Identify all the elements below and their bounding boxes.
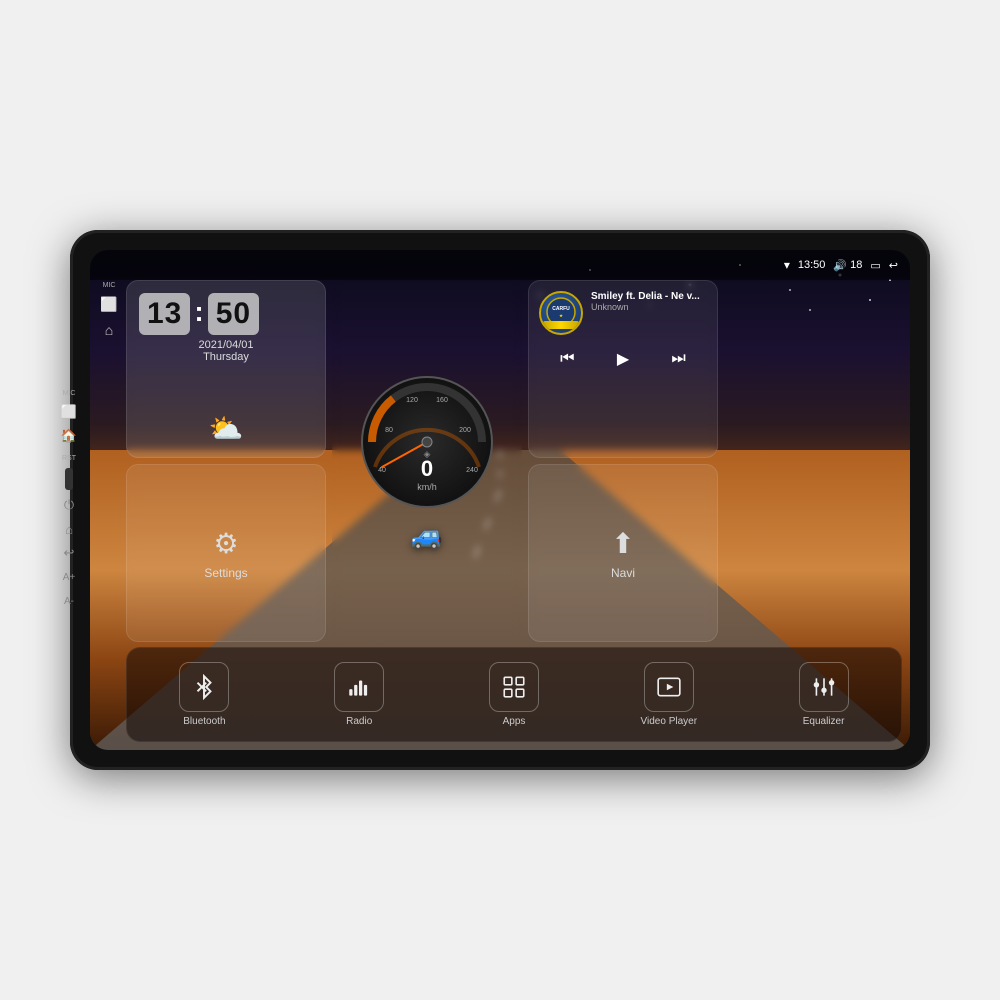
navi-icon: ⬆ xyxy=(611,527,634,560)
clock-colon: : xyxy=(194,296,203,328)
power-icon[interactable]: ⏻ xyxy=(60,496,78,514)
navi-card[interactable]: ⬆ Navi xyxy=(528,464,718,642)
bluetooth-icon xyxy=(191,674,217,700)
equalizer-button[interactable]: Equalizer xyxy=(746,662,901,727)
speedometer-gauge: 40 80 120 160 200 240 xyxy=(357,372,497,512)
radio-label: Radio xyxy=(346,716,372,727)
rst-label: RST xyxy=(62,455,76,462)
vol-up-icon[interactable]: A+ xyxy=(60,568,78,586)
mic-label: MIC xyxy=(63,390,76,397)
bluetooth-button[interactable]: Bluetooth xyxy=(127,662,282,727)
play-pause-button[interactable]: ▶ xyxy=(609,345,637,373)
next-track-button[interactable]: ⏭ xyxy=(663,346,693,372)
video-icon-wrap xyxy=(644,662,694,712)
video-player-button[interactable]: Video Player xyxy=(591,662,746,727)
clock-minutes: 50 xyxy=(208,293,259,335)
svg-text:40: 40 xyxy=(378,467,386,474)
back-status[interactable]: ↩ xyxy=(889,259,898,272)
music-details: Smiley ft. Delia - Ne v... Unknown xyxy=(591,291,707,312)
clock-hours: 13 xyxy=(139,293,190,335)
settings-label: Settings xyxy=(204,566,247,580)
video-icon xyxy=(656,674,682,700)
screen-home-rect-icon[interactable]: ⬜ xyxy=(98,293,120,315)
video-label: Video Player xyxy=(641,716,698,727)
svg-text:200: 200 xyxy=(459,427,471,434)
vol-down-icon[interactable]: A- xyxy=(60,592,78,610)
weather-icon: ⛅ xyxy=(139,412,313,445)
settings-card[interactable]: ⚙ Settings xyxy=(126,464,326,642)
home-icon[interactable]: 🏠 xyxy=(60,427,78,445)
clock-display: 13 : 50 xyxy=(139,293,313,335)
car-head-unit: MIC ⬜ 🏠 RST ⏻ ⌂ ↩ A+ A- xyxy=(70,230,930,770)
svg-text:160: 160 xyxy=(436,397,448,404)
equalizer-label: Equalizer xyxy=(803,716,845,727)
side-buttons: MIC ⬜ 🏠 RST ⏻ ⌂ ↩ A+ A- xyxy=(60,390,78,610)
prev-track-button[interactable]: ⏮ xyxy=(552,346,582,372)
speed-value-display: 0 km/h xyxy=(417,456,437,492)
back-icon[interactable]: ↩ xyxy=(60,544,78,562)
apps-icon xyxy=(501,674,527,700)
volume-icon: 🔊 xyxy=(833,259,847,272)
time-display: 13:50 xyxy=(798,259,826,271)
music-ribbon xyxy=(543,321,579,329)
svg-text:★: ★ xyxy=(559,313,563,318)
wifi-status: ▾ xyxy=(784,258,790,272)
navi-label: Navi xyxy=(611,566,635,580)
screen-left-icons: MIC ⬜ ⌂ xyxy=(98,282,120,341)
screen-mic-label: MIC xyxy=(103,282,116,289)
settings-icon: ⚙ xyxy=(213,527,238,560)
bluetooth-icon-wrap xyxy=(179,662,229,712)
home2-icon[interactable]: ⌂ xyxy=(60,520,78,538)
battery-icon: ▭ xyxy=(870,259,880,272)
music-card[interactable]: CARFU ★ Smiley ft. Delia - Ne v... Unkno… xyxy=(528,280,718,458)
music-info-area: CARFU ★ Smiley ft. Delia - Ne v... Unkno… xyxy=(539,291,707,335)
music-title: Smiley ft. Delia - Ne v... xyxy=(591,291,707,302)
radio-icon-wrap xyxy=(334,662,384,712)
rst-button[interactable] xyxy=(65,468,73,490)
car-icon: 🚙 xyxy=(411,520,443,551)
apps-label: Apps xyxy=(503,716,526,727)
speed-number: 0 xyxy=(421,456,433,481)
status-bar: ▾ 13:50 🔊 18 ▭ ↩ xyxy=(90,250,910,280)
clock-date: 2021/04/01 xyxy=(139,339,313,351)
equalizer-icon-wrap xyxy=(799,662,849,712)
music-artist: Unknown xyxy=(591,302,707,312)
screen: ▾ 13:50 🔊 18 ▭ ↩ MIC ⬜ ⌂ xyxy=(90,250,910,750)
apps-button[interactable]: Apps xyxy=(437,662,592,727)
radio-icon xyxy=(346,674,372,700)
clock-day: Thursday xyxy=(139,351,313,363)
svg-text:240: 240 xyxy=(466,467,478,474)
battery-status: ▭ xyxy=(870,259,880,272)
wifi-icon: ▾ xyxy=(784,258,790,272)
equalizer-icon xyxy=(811,674,837,700)
svg-text:120: 120 xyxy=(406,397,418,404)
radio-button[interactable]: Radio xyxy=(282,662,437,727)
home-screen-icon[interactable]: ⬜ xyxy=(60,403,78,421)
volume-status: 🔊 18 xyxy=(833,259,862,272)
music-logo: CARFU ★ xyxy=(539,291,583,335)
screen-home-icon[interactable]: ⌂ xyxy=(98,319,120,341)
clock-card[interactable]: 13 : 50 2021/04/01 Thursday ⛅ xyxy=(126,280,326,458)
bottom-bar: Bluetooth Radio xyxy=(126,647,902,742)
speedometer-card[interactable]: 40 80 120 160 200 240 xyxy=(332,280,522,642)
content-area: 13 : 50 2021/04/01 Thursday ⛅ xyxy=(126,280,902,642)
speed-unit: km/h xyxy=(417,482,437,492)
svg-text:CARFU: CARFU xyxy=(552,306,570,312)
back-nav-icon[interactable]: ↩ xyxy=(889,259,898,272)
apps-icon-wrap xyxy=(489,662,539,712)
music-controls: ⏮ ▶ ⏭ xyxy=(539,345,707,373)
svg-text:80: 80 xyxy=(385,427,393,434)
bluetooth-label: Bluetooth xyxy=(183,716,225,727)
